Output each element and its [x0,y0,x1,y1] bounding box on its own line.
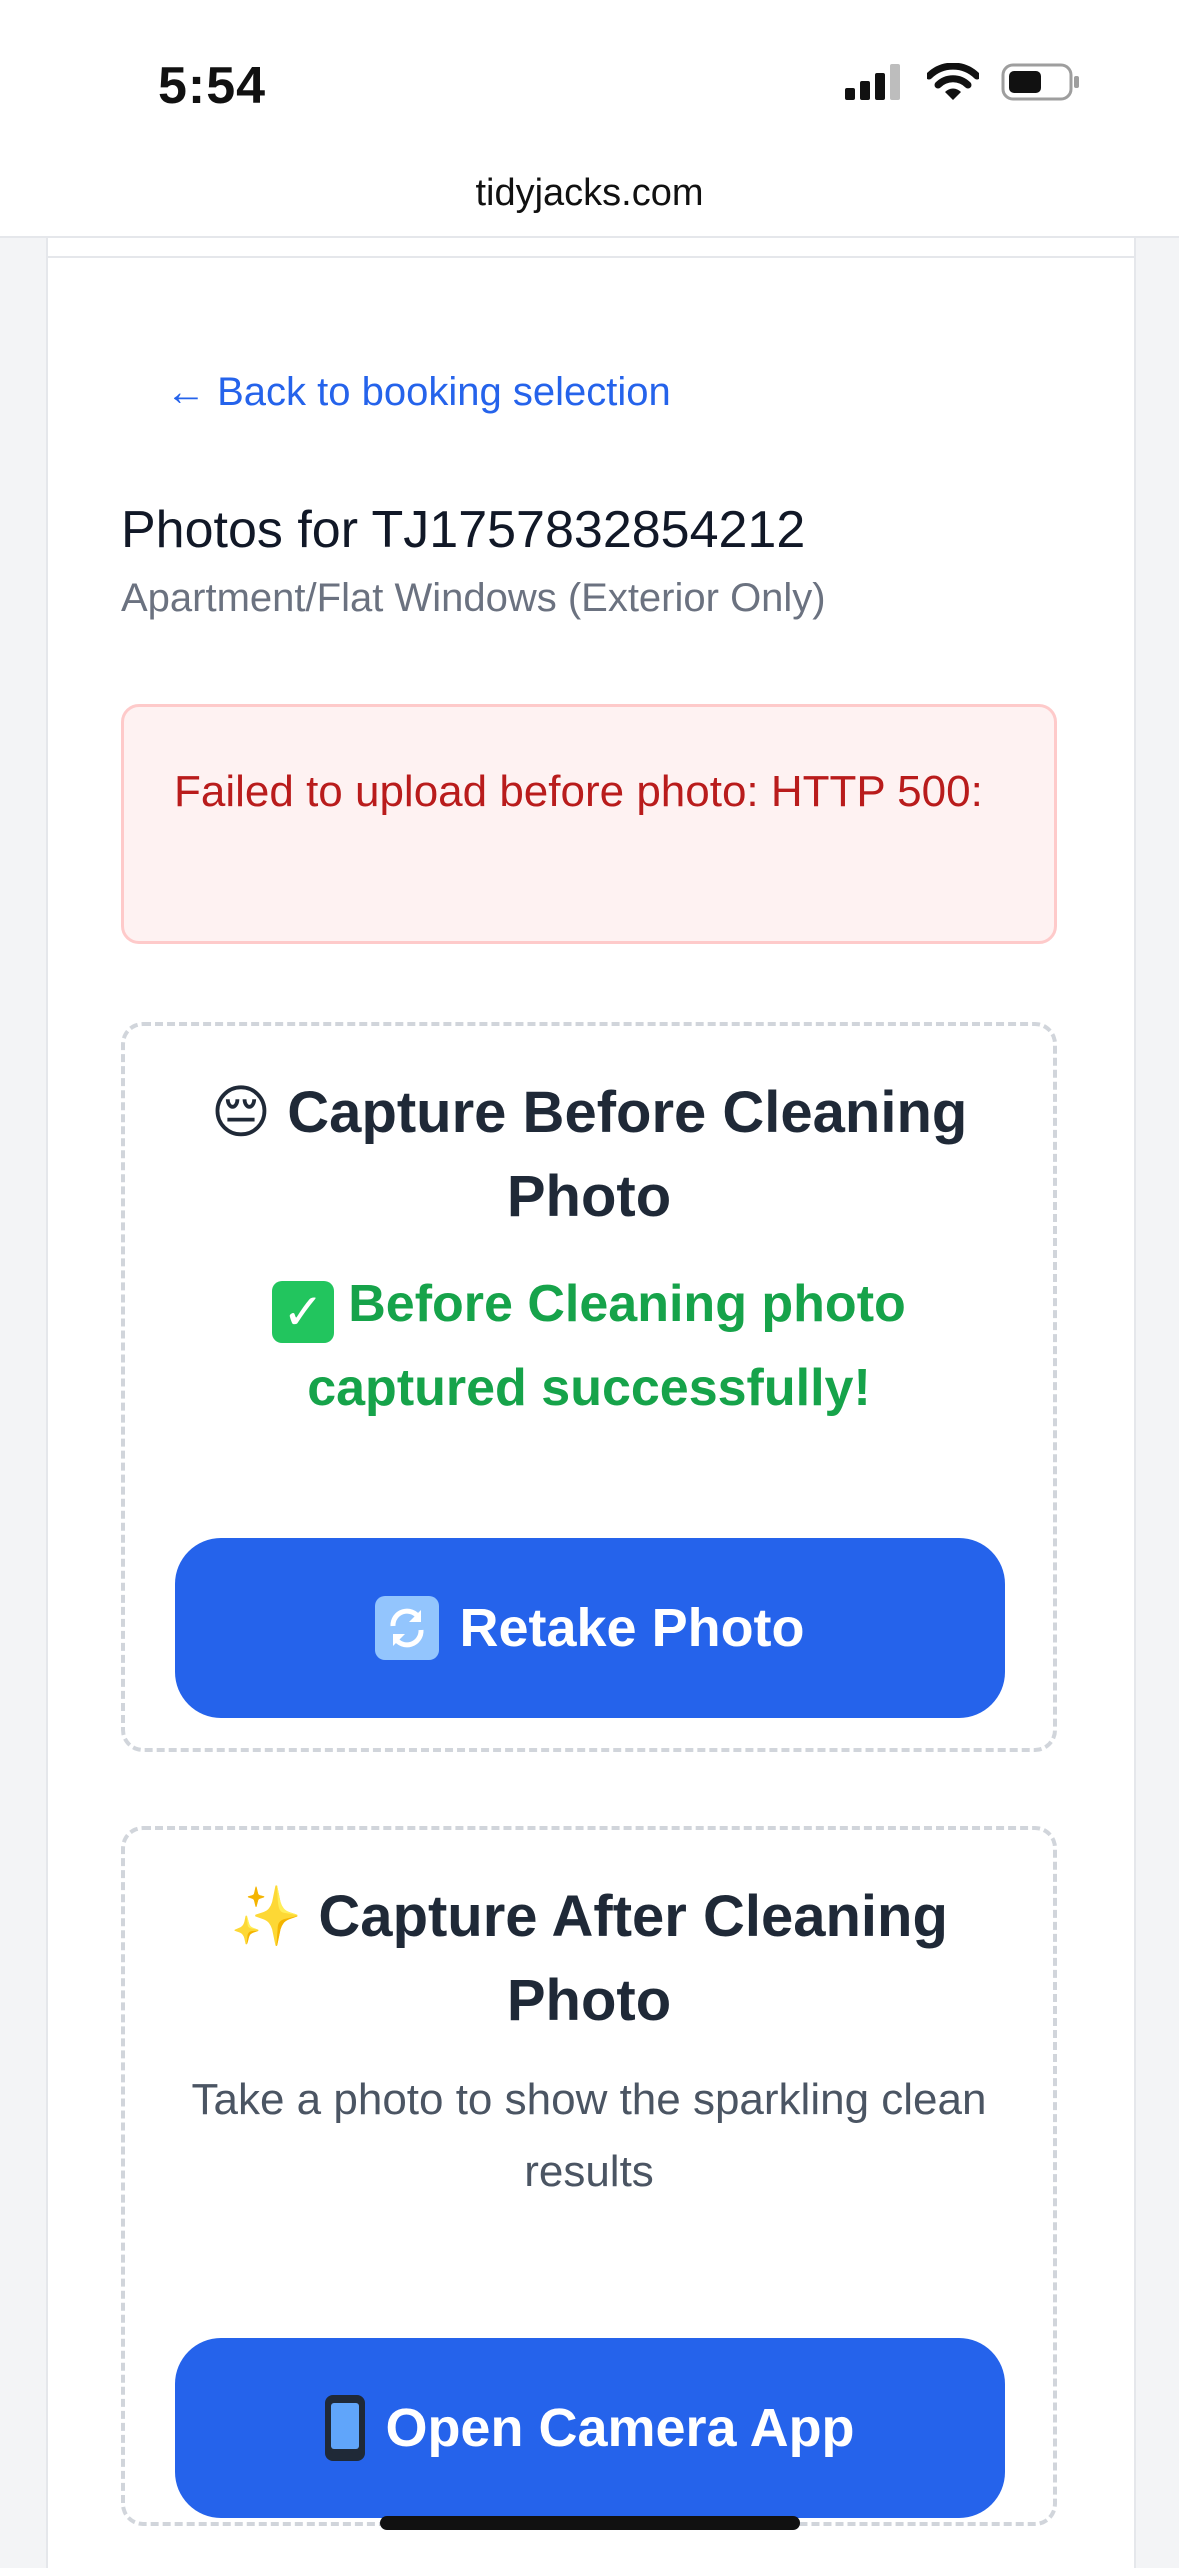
browser-url-bar[interactable]: tidyjacks.com [0,160,1179,238]
open-camera-app-button[interactable]: Open Camera App [175,2338,1005,2518]
success-message: ✓ Before Cleaning photo captured successf… [165,1262,1013,1430]
success-message-text: Before Cleaning photo captured successfu… [307,1275,906,1417]
status-icons [845,62,1081,102]
divider [48,256,1134,258]
refresh-icon [375,1596,440,1660]
status-time: 5:54 [158,57,267,115]
after-photo-section: ✨ Capture After Cleaning Photo Take a ph… [121,1826,1057,2526]
error-alert: Failed to upload before photo: HTTP 500: [121,704,1057,944]
check-box-icon: ✓ [272,1281,335,1343]
before-photo-section: 😔 Capture Before Cleaning Photo ✓ Before … [121,1022,1057,1752]
service-subtitle: Apartment/Flat Windows (Exterior Only) [121,576,826,620]
back-to-booking-link[interactable]: ← Back to booking selection [166,370,671,415]
pensive-face-icon: 😔 [210,1078,272,1146]
url-text: tidyjacks.com [475,172,704,214]
status-bar: 5:54 [0,0,1179,160]
page-title: Photos for TJ1757832854212 [121,501,806,559]
sparkles-icon: ✨ [230,1882,303,1950]
home-indicator[interactable] [380,2516,800,2530]
retake-photo-label: Retake Photo [459,1598,805,1658]
cellular-signal-icon [845,64,900,100]
after-section-description: Take a photo to show the sparkling clean… [191,2075,987,2196]
after-section-title: ✨ Capture After Cleaning Photo [165,1874,1013,2043]
after-section-title-text: Capture After Cleaning Photo [318,1884,948,2033]
battery-icon [1001,63,1079,101]
mobile-phone-icon [325,2395,366,2461]
before-section-title-text: Capture Before Cleaning Photo [287,1080,968,1229]
wifi-icon [927,63,979,100]
retake-photo-button[interactable]: Retake Photo [175,1538,1005,1718]
photo-card: ← Back to booking selection Photos for T… [46,238,1136,2568]
error-message: Failed to upload before photo: HTTP 500: [174,767,983,816]
open-camera-label: Open Camera App [385,2398,855,2458]
before-section-title: 😔 Capture Before Cleaning Photo [165,1070,1013,1239]
